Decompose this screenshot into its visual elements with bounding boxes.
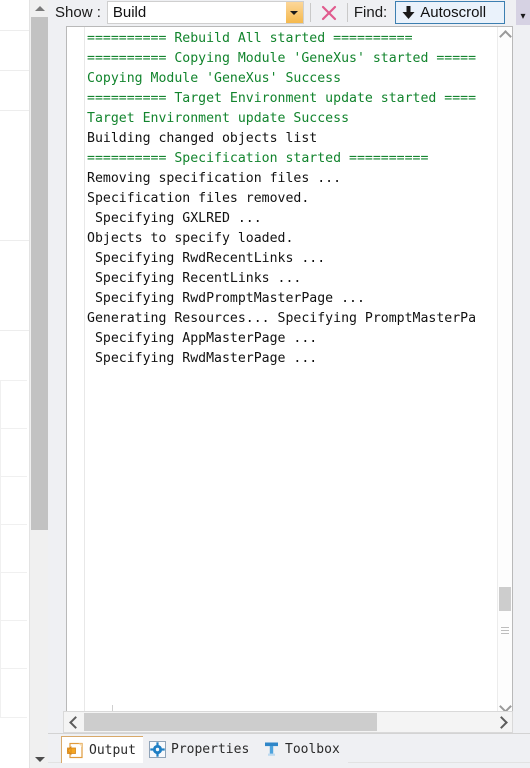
autoscroll-label: Autoscroll — [420, 4, 487, 21]
tool-window-tabbar: Output Properties Toolbox — [48, 733, 530, 768]
chevron-down-icon — [290, 10, 299, 15]
down-arrow-icon — [402, 6, 415, 19]
find-label: Find: — [353, 4, 388, 21]
output-line: ========== Target Environment update sta… — [87, 91, 477, 106]
output-horizontal-scrollbar-thumb[interactable] — [84, 713, 377, 731]
output-scroll-right-button[interactable] — [493, 712, 512, 732]
host-scrollbar-thumb[interactable] — [31, 17, 48, 530]
toolbar-separator-2 — [346, 3, 348, 22]
gear-icon — [149, 741, 166, 758]
show-dropdown-arrow-button[interactable] — [285, 2, 303, 23]
output-line: Objects to specify loaded. — [87, 231, 294, 246]
output-vertical-scrollbar[interactable] — [497, 27, 512, 715]
output-panel: Show : Build Find: Autoscroll ▾ ========… — [48, 0, 530, 768]
output-window-icon — [66, 742, 84, 759]
host-vertical-scrollbar[interactable] — [29, 0, 50, 768]
tab-properties-label: Properties — [171, 742, 250, 757]
chevron-up-icon — [34, 6, 45, 11]
chevron-up-icon — [498, 29, 512, 43]
output-horizontal-scrollbar[interactable] — [63, 711, 513, 733]
output-scrollbar-grip — [501, 627, 509, 637]
output-line: Specification files removed. — [87, 191, 310, 206]
tab-toolbox[interactable]: Toolbox — [257, 736, 348, 763]
output-toolbar: Show : Build Find: Autoscroll ▾ — [48, 0, 530, 25]
output-line: Specifying GXLRED ... — [87, 211, 262, 226]
toolbar-overflow-button[interactable]: ▾ — [516, 0, 530, 25]
show-dropdown[interactable]: Build — [106, 1, 304, 24]
output-log-lines: ========== Rebuild All started =========… — [87, 29, 498, 715]
output-line: ========== Rebuild All started =========… — [87, 31, 413, 46]
chevron-right-icon — [494, 715, 508, 729]
tab-output[interactable]: Output — [61, 736, 145, 763]
output-tool-window: Show : Build Find: Autoscroll ▾ ========… — [0, 0, 530, 768]
output-line: Specifying RwdMasterPage ... — [87, 351, 318, 366]
chevron-down-icon — [34, 757, 45, 762]
output-line: ========== Copying Module 'GeneXus' star… — [87, 51, 477, 66]
tab-output-label: Output — [89, 742, 136, 758]
show-dropdown-value: Build — [112, 4, 147, 21]
output-line: Specifying RwdRecentLinks ... — [87, 251, 326, 266]
show-label: Show : — [55, 4, 101, 21]
output-gutter — [67, 27, 85, 715]
chevron-left-icon — [68, 715, 82, 729]
output-scroll-up-button[interactable] — [498, 27, 512, 43]
output-text-area[interactable]: ========== Rebuild All started =========… — [66, 26, 513, 716]
clear-output-button[interactable] — [317, 2, 341, 24]
host-scroll-down-button[interactable] — [30, 751, 49, 768]
output-line: Specifying AppMasterPage ... — [87, 331, 318, 346]
autoscroll-button[interactable]: Autoscroll — [395, 1, 506, 24]
output-vertical-scrollbar-thumb[interactable] — [499, 587, 511, 611]
output-line: Specifying RwdPromptMasterPage ... — [87, 291, 365, 306]
output-line: Specifying RecentLinks ... — [87, 271, 302, 286]
output-line: Copying Module 'GeneXus' Success — [87, 71, 342, 86]
output-line: Generating Resources... Specifying Promp… — [87, 311, 477, 326]
clear-x-icon — [321, 5, 336, 20]
output-line: Target Environment update Success — [87, 111, 350, 126]
host-scroll-up-button[interactable] — [30, 0, 49, 17]
toolbar-overflow-icon: ▾ — [520, 11, 526, 22]
output-scroll-left-button[interactable] — [64, 712, 83, 732]
toolbar-separator-1 — [309, 3, 311, 22]
tab-toolbox-label: Toolbox — [285, 742, 340, 757]
output-line: ========== Specification started =======… — [87, 151, 429, 166]
toolbox-hammer-icon — [263, 741, 280, 758]
tab-properties[interactable]: Properties — [143, 736, 259, 763]
output-line: Removing specification files ... — [87, 171, 342, 186]
output-line: Building changed objects list — [87, 131, 318, 146]
